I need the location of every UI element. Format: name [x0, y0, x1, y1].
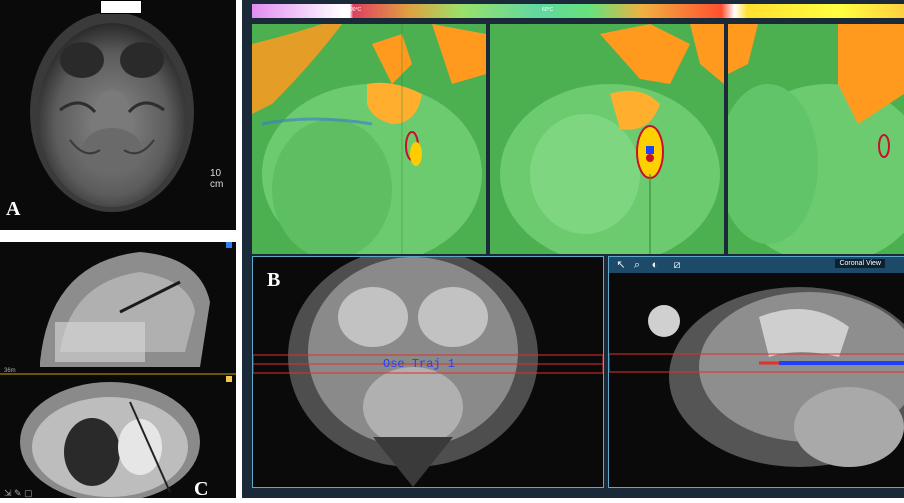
colorbar-label-90: 90°C — [350, 7, 362, 13]
trajectory-label: Ose Traj 1 — [383, 357, 456, 371]
thermal-map-left — [252, 24, 486, 254]
top-bar-marker — [100, 0, 142, 14]
colorbar-label-60: 60°C — [542, 7, 554, 13]
scale-label: 10 cm — [210, 168, 224, 190]
mri-coronal-view: Ose Traj 1 B — [252, 247, 604, 488]
mri-sagittal-view: ↖ ⌕ ◐ ⧄ Coronal View — [608, 256, 904, 488]
thermal-map-center — [490, 24, 724, 254]
bottom-tool-icons: ⇲ ✎ ▢ — [4, 488, 33, 498]
panel-letter-a: A — [6, 198, 21, 220]
thermal-map-right — [728, 24, 904, 254]
axial-brain-image — [30, 12, 194, 212]
corner-marker-top — [226, 242, 232, 248]
panel-b-thermal-monitor: 90°C 60°C Ose Traj 1 B ↖ ⌕ ◐ ⧄ Coronal V… — [242, 0, 904, 498]
panel-c-sagittal-axial: 36m C ⇲ ✎ ▢ — [0, 242, 236, 502]
panel-a-axial-flair: A 10 cm — [0, 0, 236, 230]
temperature-colorbar: 90°C 60°C — [252, 4, 904, 18]
panel-letter-b: B — [267, 269, 281, 291]
corner-marker-mid — [226, 376, 232, 382]
sagittal-axial-image — [0, 252, 236, 502]
side-label: 36m — [4, 368, 16, 374]
